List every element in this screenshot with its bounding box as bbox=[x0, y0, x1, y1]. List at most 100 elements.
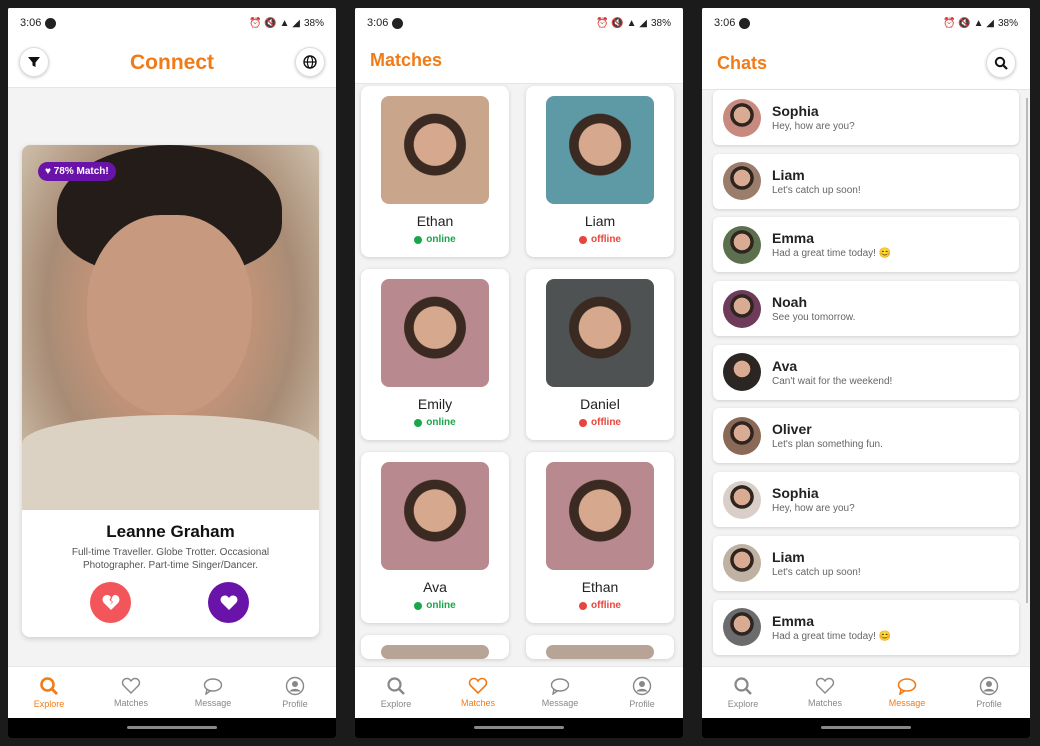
chat-preview: Hey, how are you? bbox=[772, 121, 855, 132]
nav-message[interactable]: Message bbox=[519, 667, 601, 718]
match-photo bbox=[546, 96, 654, 204]
status-icons: ⏰ 🔇 ▲ ◢ bbox=[596, 17, 647, 29]
nav-profile[interactable]: Profile bbox=[601, 667, 683, 718]
match-status: offline bbox=[579, 234, 621, 245]
status-dot bbox=[414, 601, 423, 610]
nav-message[interactable]: Message bbox=[172, 667, 254, 718]
heart-icon bbox=[815, 677, 835, 694]
nav-label: Message bbox=[541, 698, 579, 708]
status-dot bbox=[579, 235, 587, 244]
nav-label: Explore bbox=[33, 699, 65, 709]
battery-level: 38% bbox=[997, 17, 1018, 29]
status-text: online bbox=[426, 417, 456, 428]
bottom-nav: Explore Matches Message Profile bbox=[702, 666, 1030, 718]
search-icon bbox=[994, 56, 1008, 70]
match-name: Daniel bbox=[580, 396, 620, 412]
bottom-nav: Explore Matches Message Profile bbox=[355, 666, 683, 718]
match-photo bbox=[546, 645, 654, 659]
nav-profile[interactable]: Profile bbox=[254, 667, 336, 718]
connect-screen: 3:06 ⏰ 🔇 ▲ ◢ 38% Connect ♥ 78% Match! Lea… bbox=[8, 8, 336, 738]
chat-name: Liam bbox=[772, 166, 805, 183]
match-card[interactable]: Ava online bbox=[361, 452, 509, 623]
match-photo bbox=[381, 462, 489, 570]
page-title: Connect bbox=[130, 50, 214, 74]
chat-icon bbox=[203, 678, 223, 695]
like-button[interactable] bbox=[208, 582, 249, 623]
nav-label: Profile bbox=[282, 699, 308, 709]
nav-explore[interactable]: Explore bbox=[702, 667, 784, 718]
chat-row[interactable]: Ava Can't wait for the weekend! bbox=[713, 344, 1019, 400]
scrollbar[interactable] bbox=[1026, 98, 1028, 603]
home-indicator bbox=[702, 718, 1030, 738]
match-name: Emily bbox=[417, 396, 453, 412]
dislike-button[interactable] bbox=[90, 582, 131, 623]
status-bar: 3:06 ⏰ 🔇 ▲ ◢ 38% bbox=[355, 8, 683, 38]
connect-header: Connect bbox=[8, 38, 336, 88]
chat-row[interactable]: Oliver Let's plan something fun. bbox=[713, 408, 1019, 464]
matches-header: Matches bbox=[355, 38, 683, 84]
chat-row[interactable]: Liam Let's catch up soon! bbox=[713, 535, 1019, 591]
match-photo bbox=[546, 462, 654, 570]
profile-card[interactable]: ♥ 78% Match! Leanne Graham Full-time Tra… bbox=[22, 145, 319, 637]
jio-icon bbox=[45, 17, 57, 29]
chat-row[interactable]: Sophia Hey, how are you? bbox=[713, 472, 1019, 528]
search-button[interactable] bbox=[986, 48, 1016, 78]
chat-row[interactable]: Sophia Hey, how are you? bbox=[713, 90, 1019, 145]
match-card[interactable]: Ethan online bbox=[361, 86, 509, 257]
chat-name: Ava bbox=[772, 357, 798, 374]
match-card-partial[interactable] bbox=[526, 635, 674, 659]
nav-message[interactable]: Message bbox=[866, 667, 948, 718]
match-card-partial[interactable] bbox=[361, 635, 509, 659]
chat-row[interactable]: Liam Let's catch up soon! bbox=[713, 153, 1019, 209]
avatar bbox=[723, 98, 761, 137]
nav-explore[interactable]: Explore bbox=[8, 667, 90, 718]
page-title: Chats bbox=[717, 53, 768, 73]
heart-icon bbox=[220, 595, 237, 610]
filter-button[interactable] bbox=[19, 47, 49, 77]
chat-text: Noah See you tomorrow. bbox=[772, 294, 855, 323]
avatar bbox=[723, 225, 761, 264]
filter-icon bbox=[28, 57, 40, 67]
chat-preview: See you tomorrow. bbox=[772, 312, 856, 324]
jio-icon bbox=[739, 17, 751, 29]
nav-matches[interactable]: Matches bbox=[784, 667, 866, 718]
chat-row[interactable]: Emma Had a great time today! 😊 bbox=[713, 217, 1019, 273]
matches-screen: 3:06 ⏰ 🔇 ▲ ◢ 38% Matches Ethan online Liam o… bbox=[355, 8, 683, 738]
match-card[interactable]: Emily online bbox=[361, 269, 509, 440]
nav-label: Profile bbox=[976, 699, 1002, 709]
match-card[interactable]: Daniel offline bbox=[526, 269, 674, 440]
avatar bbox=[723, 162, 761, 201]
match-badge: ♥ 78% Match! bbox=[38, 162, 116, 181]
chat-preview: Let's catch up soon! bbox=[772, 184, 861, 196]
chat-preview: Had a great time today! 😊 bbox=[772, 630, 892, 642]
battery-level: 38% bbox=[650, 17, 671, 29]
home-indicator bbox=[8, 718, 336, 738]
nav-profile[interactable]: Profile bbox=[948, 667, 1030, 718]
status-text: online bbox=[426, 600, 456, 611]
search-icon bbox=[40, 677, 58, 695]
match-photo bbox=[381, 645, 489, 659]
chats-header: Chats bbox=[702, 38, 1030, 90]
match-card[interactable]: Liam offline bbox=[526, 86, 674, 257]
nav-explore[interactable]: Explore bbox=[355, 667, 437, 718]
nav-matches[interactable]: Matches bbox=[90, 667, 172, 718]
avatar bbox=[723, 289, 761, 328]
match-name: Ethan bbox=[581, 579, 619, 595]
chat-row[interactable]: Noah See you tomorrow. bbox=[713, 281, 1019, 337]
nav-matches[interactable]: Matches bbox=[437, 667, 519, 718]
search-icon bbox=[734, 677, 752, 695]
match-name: Ava bbox=[423, 579, 447, 595]
chat-row[interactable]: Emma Had a great time today! 😊 bbox=[713, 599, 1019, 655]
match-photo bbox=[546, 279, 654, 387]
status-dot bbox=[414, 235, 423, 244]
status-text: online bbox=[426, 234, 456, 245]
avatar bbox=[723, 353, 761, 392]
avatar bbox=[723, 480, 761, 519]
status-icons: ⏰ 🔇 ▲ ◢ bbox=[249, 17, 300, 29]
globe-button[interactable] bbox=[295, 47, 325, 77]
match-status: offline bbox=[579, 600, 621, 611]
chat-text: Emma Had a great time today! 😊 bbox=[772, 230, 891, 259]
profile-bio: Full-time Traveller. Globe Trotter. Occa… bbox=[71, 547, 270, 571]
match-card[interactable]: Ethan offline bbox=[526, 452, 674, 623]
chat-text: Sophia Hey, how are you? bbox=[772, 103, 855, 132]
